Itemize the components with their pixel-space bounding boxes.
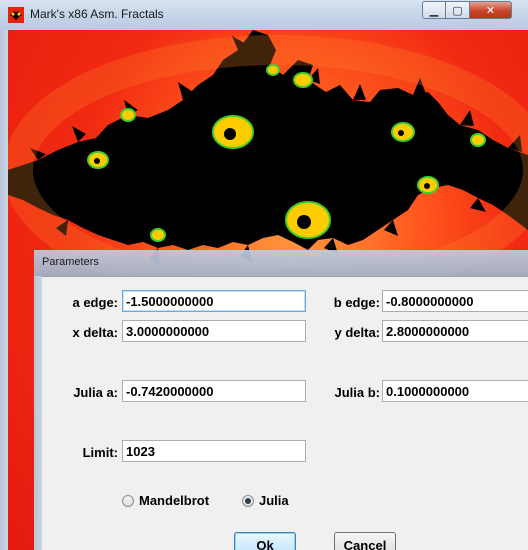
maximize-button[interactable]: ▢ bbox=[446, 1, 470, 19]
julia-a-label: Julia a: bbox=[73, 385, 118, 400]
julia-b-label: Julia b: bbox=[334, 385, 380, 400]
y-delta-label: y delta: bbox=[334, 325, 380, 340]
window-frame bbox=[0, 30, 8, 550]
maximize-icon: ▢ bbox=[452, 3, 463, 17]
x-delta-field[interactable]: 3.0000000000 bbox=[122, 320, 306, 342]
cancel-button[interactable]: Cancel bbox=[334, 532, 396, 550]
close-button[interactable]: ✕ bbox=[470, 1, 512, 19]
julia-b-field[interactable]: 0.1000000000 bbox=[382, 380, 528, 402]
radio-checked-icon bbox=[242, 494, 254, 507]
dialog-frame bbox=[34, 276, 42, 550]
dialog-title: Parameters bbox=[42, 256, 99, 268]
a-edge-label: a edge: bbox=[72, 295, 118, 310]
title-bar[interactable]: Mark's x86 Asm. Fractals ▁ ▢ ✕ bbox=[0, 0, 528, 30]
julia-radio-label: Julia bbox=[259, 493, 289, 508]
a-edge-field[interactable]: -1.5000000000 bbox=[122, 290, 306, 312]
caption-buttons: ▁ ▢ ✕ bbox=[422, 1, 512, 21]
radio-unchecked-icon bbox=[122, 494, 134, 507]
x-delta-label: x delta: bbox=[72, 325, 118, 340]
minimize-icon: ▁ bbox=[429, 3, 439, 17]
limit-label: Limit: bbox=[82, 445, 118, 460]
b-edge-label: b edge: bbox=[333, 295, 380, 310]
julia-radio[interactable]: Julia bbox=[242, 493, 289, 508]
mandelbrot-radio-label: Mandelbrot bbox=[139, 493, 210, 508]
limit-field[interactable]: 1023 bbox=[122, 440, 306, 462]
minimize-button[interactable]: ▁ bbox=[422, 1, 446, 19]
window-title: Mark's x86 Asm. Fractals bbox=[30, 7, 164, 21]
parameters-dialog: Parameters a edge: -1.5000000000 b edge:… bbox=[34, 250, 528, 550]
dialog-body: a edge: -1.5000000000 b edge: -0.8000000… bbox=[42, 276, 528, 550]
close-icon: ✕ bbox=[485, 3, 496, 17]
julia-a-field[interactable]: -0.7420000000 bbox=[122, 380, 306, 402]
ok-button[interactable]: Ok bbox=[234, 532, 296, 550]
mandelbrot-radio[interactable]: Mandelbrot bbox=[122, 493, 209, 508]
y-delta-field[interactable]: 2.8000000000 bbox=[382, 320, 528, 342]
fractal-app-icon bbox=[8, 7, 24, 23]
dialog-title-bar[interactable]: Parameters bbox=[34, 250, 528, 276]
b-edge-field[interactable]: -0.8000000000 bbox=[382, 290, 528, 312]
